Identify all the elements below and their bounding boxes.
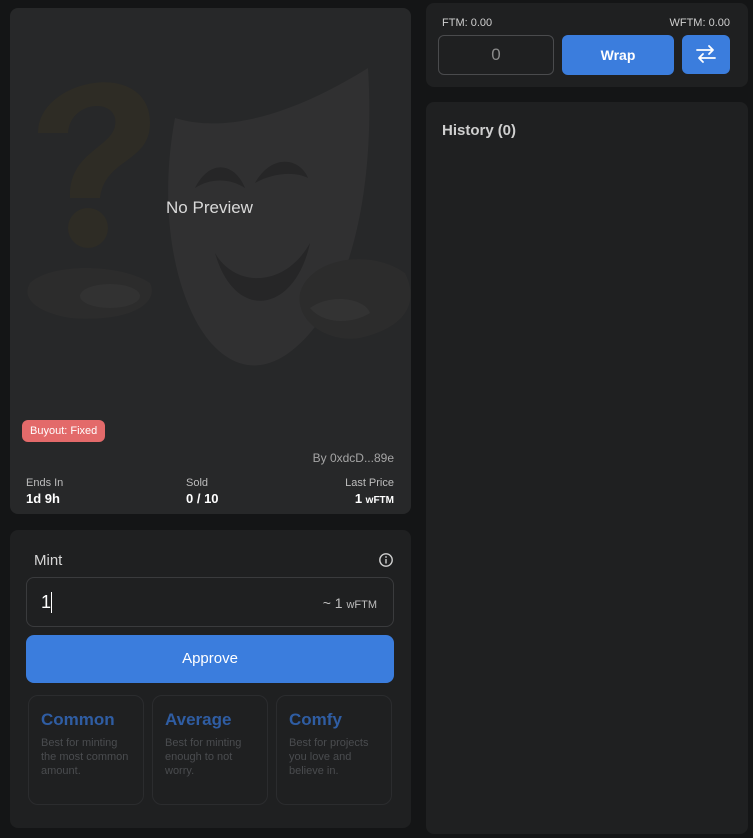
price-estimate-unit: wFTM bbox=[346, 599, 377, 611]
wrap-card: FTM: 0.00 WFTM: 0.00 0 Wrap bbox=[426, 3, 748, 87]
wrap-button[interactable]: Wrap bbox=[562, 35, 674, 75]
sold-value: 0 / 10 bbox=[186, 491, 219, 506]
ends-in-stat: Ends In 1d 9h bbox=[26, 476, 63, 507]
approve-button[interactable]: Approve bbox=[26, 635, 394, 683]
history-count: (0) bbox=[497, 122, 517, 139]
mint-title: Mint bbox=[34, 552, 63, 569]
ftm-balance: FTM: 0.00 bbox=[442, 17, 493, 29]
buyout-badge: Buyout: Fixed bbox=[22, 420, 106, 442]
nft-card: No Preview Buyout: Fixed By 0xdcD...89e … bbox=[10, 8, 411, 514]
text-caret bbox=[51, 592, 52, 613]
option-common[interactable]: Common Best for minting the most common … bbox=[28, 695, 144, 805]
option-title: Average bbox=[165, 710, 232, 729]
option-description: Best for projects you love and believe i… bbox=[289, 737, 369, 777]
option-comfy[interactable]: Comfy Best for projects you love and bel… bbox=[276, 695, 392, 805]
option-title: Comfy bbox=[289, 710, 342, 729]
mint-card: Mint ~ 1 wFTM Approve Common Best for mi… bbox=[10, 530, 411, 828]
last-price-label: Last Price bbox=[345, 477, 394, 489]
option-description: Best for minting enough to not worry. bbox=[165, 737, 242, 777]
price-estimate: ~ 1 wFTM bbox=[322, 595, 377, 611]
ends-in-label: Ends In bbox=[26, 477, 64, 489]
sold-stat: Sold 0 / 10 bbox=[186, 476, 219, 507]
wftm-balance: WFTM: 0.00 bbox=[669, 17, 730, 29]
creator-address[interactable]: By 0xdcD...89e bbox=[313, 451, 394, 465]
info-icon[interactable] bbox=[378, 552, 394, 568]
quantity-input[interactable] bbox=[41, 592, 241, 613]
history-title: History (0) bbox=[442, 122, 517, 139]
ends-in-value: 1d 9h bbox=[26, 491, 60, 506]
history-panel: History (0) bbox=[426, 102, 748, 834]
last-price-stat: Last Price 1 wFTM bbox=[345, 476, 394, 509]
sold-label: Sold bbox=[186, 477, 209, 489]
wrap-amount-input[interactable]: 0 bbox=[438, 35, 554, 75]
option-title: Common bbox=[41, 710, 115, 729]
quantity-field[interactable]: ~ 1 wFTM bbox=[26, 577, 394, 627]
swap-direction-button[interactable] bbox=[682, 35, 730, 74]
option-description: Best for minting the most common amount. bbox=[41, 737, 129, 777]
last-price-unit: wFTM bbox=[365, 495, 394, 506]
swap-arrows-icon bbox=[696, 45, 716, 63]
last-price-value: 1 wFTM bbox=[354, 491, 394, 506]
option-average[interactable]: Average Best for minting enough to not w… bbox=[152, 695, 268, 805]
no-preview-text: No Preview bbox=[166, 198, 253, 217]
